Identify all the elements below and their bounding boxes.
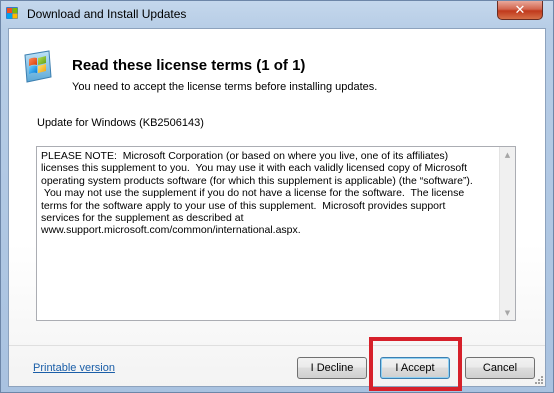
resize-grip-icon[interactable] (533, 374, 543, 384)
scroll-down-icon[interactable]: ▼ (500, 305, 515, 320)
close-icon: ✕ (514, 2, 526, 18)
page-title: Read these license terms (1 of 1) (72, 57, 306, 74)
close-button[interactable]: ✕ (497, 1, 543, 20)
accept-button[interactable]: I Accept (380, 357, 450, 379)
windows-flag-icon (24, 50, 52, 83)
update-dialog-window: Download and Install Updates ✕ Read thes… (0, 0, 554, 393)
license-terms-text: PLEASE NOTE: Microsoft Corporation (or b… (41, 150, 473, 237)
scroll-up-icon[interactable]: ▲ (500, 147, 515, 162)
window-title: Download and Install Updates (27, 7, 187, 21)
title-bar[interactable]: Download and Install Updates ✕ (1, 1, 553, 27)
license-scrollbar[interactable]: ▲ ▼ (499, 147, 515, 320)
printable-version-link[interactable]: Printable version (33, 362, 115, 374)
cancel-button[interactable]: Cancel (465, 357, 535, 379)
update-name-label: Update for Windows (KB2506143) (37, 117, 204, 129)
dialog-content: Read these license terms (1 of 1) You ne… (8, 28, 546, 387)
windows-update-icon (6, 7, 18, 19)
decline-button[interactable]: I Decline (297, 357, 367, 379)
license-terms-textbox[interactable]: PLEASE NOTE: Microsoft Corporation (or b… (36, 146, 516, 321)
footer-divider (9, 345, 545, 346)
page-subtitle: You need to accept the license terms bef… (72, 81, 378, 93)
content-area: Read these license terms (1 of 1) You ne… (9, 29, 545, 386)
